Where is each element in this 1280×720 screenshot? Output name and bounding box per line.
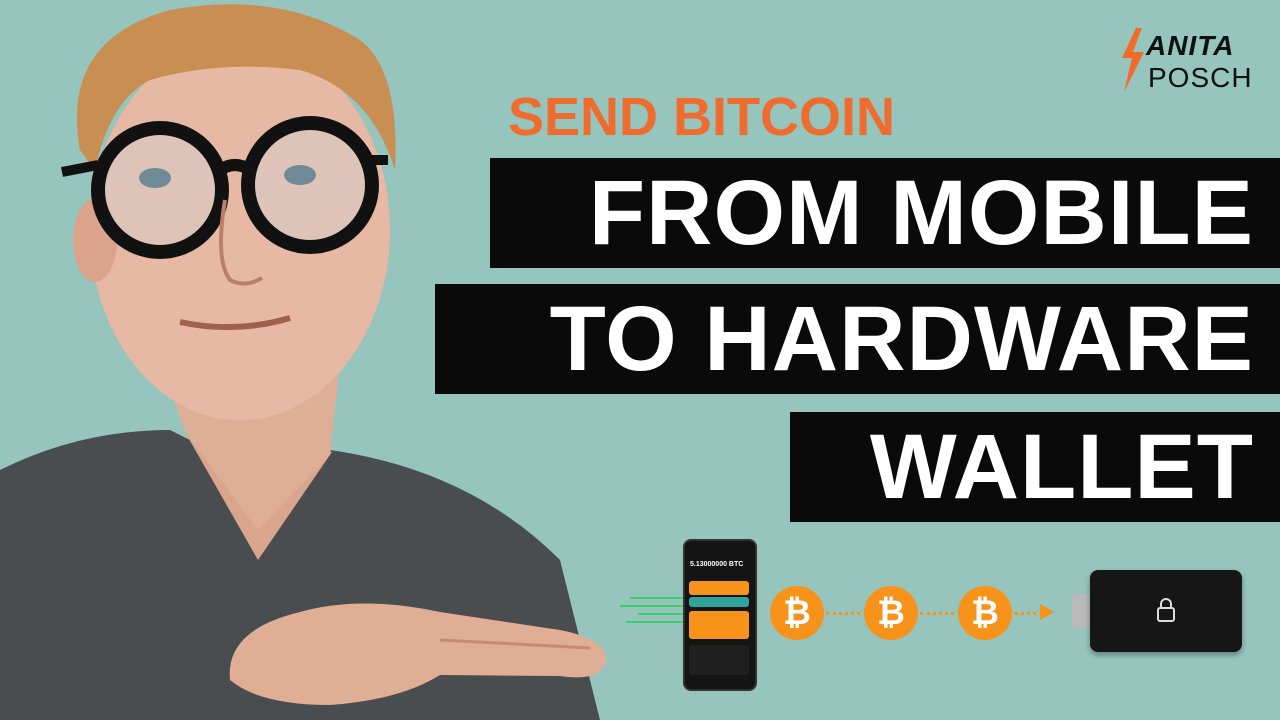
mobile-phone: 5.13000000 BTC: [683, 539, 757, 691]
headline-text-1: FROM MOBILE: [588, 162, 1254, 264]
headline-text-2: TO HARDWARE: [549, 288, 1254, 390]
headline-line-2: TO HARDWARE: [435, 284, 1280, 394]
headline-line-3: WALLET: [790, 412, 1280, 522]
bitcoin-coin-icon: ₿: [958, 586, 1012, 640]
lightning-bolt-icon: [1122, 28, 1144, 92]
hardware-wallet: [1090, 570, 1242, 652]
brand-name-last: POSCH: [1148, 62, 1253, 93]
transfer-dots: [920, 612, 954, 615]
arrow-right-icon: [1040, 604, 1054, 620]
brand-logo: ANITA POSCH: [1116, 28, 1256, 98]
kicker-title: SEND BITCOIN: [508, 87, 896, 147]
bitcoin-coin-icon: ₿: [770, 586, 824, 640]
transfer-dots: [826, 612, 860, 615]
speed-lines-icon: [620, 597, 684, 623]
lock-icon: [1157, 598, 1175, 622]
bitcoin-coin-icon: ₿: [864, 586, 918, 640]
phone-list: [689, 645, 749, 675]
headline-text-3: WALLET: [869, 416, 1254, 518]
phone-balance: 5.13000000 BTC: [690, 561, 744, 568]
phone-card-1: [689, 581, 749, 595]
headline-line-1: FROM MOBILE: [490, 158, 1280, 268]
brand-name-first: ANITA: [1146, 30, 1235, 61]
phone-card-3: [689, 611, 749, 639]
usb-connector: [1072, 594, 1092, 628]
phone-card-2: [689, 597, 749, 607]
transfer-illustration: 5.13000000 BTC ₿ ₿ ₿: [620, 530, 1260, 700]
